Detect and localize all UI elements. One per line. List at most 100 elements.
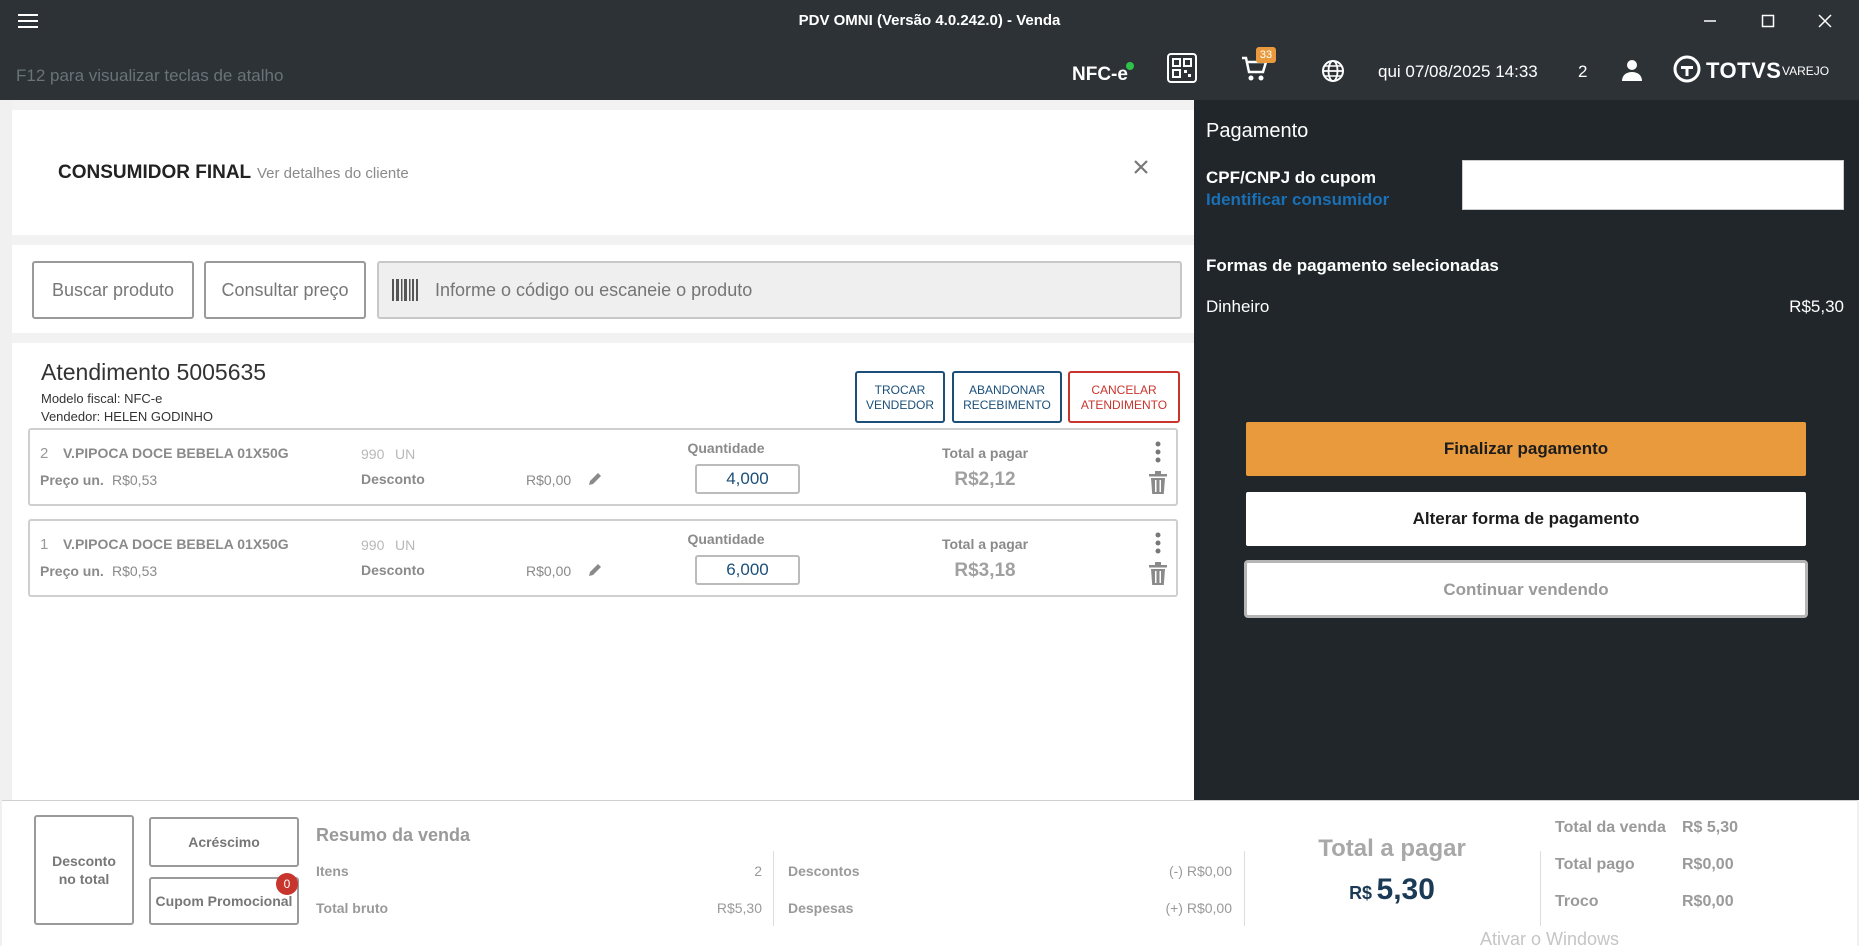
edit-discount-icon[interactable] [586, 561, 604, 579]
item-price: R$0,53 [112, 472, 158, 488]
item-seq: 2 [40, 445, 49, 462]
buscar-produto-button[interactable]: Buscar produto [32, 261, 194, 319]
continue-selling-button[interactable]: Continuar vendendo [1244, 560, 1808, 618]
customer-name: CONSUMIDOR FINAL [58, 162, 252, 183]
cancelar-line1: CANCELAR [1091, 383, 1157, 397]
itens-label: Itens [316, 863, 349, 879]
total-pagar-label: Total a pagar [1318, 835, 1466, 862]
item-price-label: Preço un. [40, 563, 104, 579]
payment-panel: Pagamento CPF/CNPJ do cupom Identificar … [1194, 100, 1859, 800]
cpf-input[interactable] [1462, 160, 1844, 210]
itens-value: 2 [754, 863, 762, 879]
item-discount: R$0,00 [526, 472, 572, 488]
consultar-preco-button[interactable]: Consultar preço [204, 261, 366, 319]
item-total-label: Total a pagar [941, 445, 1029, 461]
total-pago-value: R$0,00 [1682, 856, 1734, 873]
app-header: F12 para visualizar teclas de atalho NFC… [0, 42, 1859, 100]
total-pago-label: Total pago [1555, 856, 1635, 873]
trocar-vendedor-button[interactable]: TROCAR VENDEDOR [855, 371, 945, 423]
payment-method-value: R$5,30 [1789, 297, 1844, 316]
item-unit: UN [395, 446, 416, 462]
maximize-icon[interactable] [1748, 8, 1788, 34]
totvs-logo-icon [1672, 54, 1702, 84]
change-payment-method-button[interactable]: Alterar forma de pagamento [1246, 492, 1806, 546]
item-qty-input[interactable]: 4,000 [695, 464, 800, 494]
abandonar-recebimento-button[interactable]: ABANDONAR RECEBIMENTO [952, 371, 1062, 423]
bruto-value: R$5,30 [716, 900, 762, 916]
cpf-label: CPF/CNPJ do cupom [1206, 168, 1377, 187]
item-unit: UN [395, 537, 416, 553]
total-venda-value: R$ 5,30 [1682, 819, 1739, 836]
item-total-label: Total a pagar [941, 536, 1029, 552]
abandonar-line1: ABANDONAR [968, 383, 1045, 397]
product-search-input[interactable] [435, 275, 1155, 305]
item-name: V.PIPOCA DOCE BEBELA 01X50G [63, 536, 289, 552]
summary-divider [1540, 851, 1541, 926]
item-code: 990 [361, 537, 385, 553]
total-pagar-value: 5,30 [1376, 873, 1435, 906]
product-search-field[interactable] [377, 261, 1182, 319]
item-name: V.PIPOCA DOCE BEBELA 01X50G [63, 445, 289, 461]
item-qty-label: Quantidade [687, 531, 765, 547]
attendance-title: Atendimento 5005635 [41, 359, 267, 385]
close-window-icon[interactable] [1805, 8, 1845, 34]
item-qty-label: Quantidade [687, 440, 765, 456]
qr-code-icon[interactable] [1166, 52, 1198, 84]
finalize-payment-button[interactable]: Finalizar pagamento [1246, 422, 1806, 476]
acrescimo-button[interactable]: Acréscimo [149, 817, 299, 867]
despesas-value: (+) R$0,00 [1165, 900, 1232, 916]
item-discount-label: Desconto [361, 562, 425, 578]
minimize-icon[interactable] [1690, 8, 1730, 34]
item-total: R$2,12 [954, 469, 1016, 490]
nfce-status: NFC-e [1072, 64, 1128, 85]
item-code: 990 [361, 446, 385, 462]
trash-icon[interactable] [1146, 561, 1170, 587]
trocar-line1: TROCAR [874, 383, 926, 397]
item-discount: R$0,00 [526, 563, 572, 579]
more-options-icon[interactable] [1148, 440, 1168, 464]
trash-icon[interactable] [1146, 470, 1170, 496]
attendance-panel: Atendimento 5005635 Modelo fiscal: NFC-e… [12, 343, 1194, 800]
item-price-label: Preço un. [40, 472, 104, 488]
item-card[interactable]: 1 V.PIPOCA DOCE BEBELA 01X50G 990 UN Pre… [28, 519, 1178, 597]
brand-name: TOTVS [1706, 58, 1782, 83]
windows-activation-watermark: Ativar o Windows [1480, 929, 1620, 946]
item-price: R$0,53 [112, 563, 158, 579]
nfce-online-dot [1126, 62, 1134, 70]
total-venda-label: Total da venda [1555, 819, 1666, 836]
summary-divider [773, 851, 774, 926]
payment-method-name: Dinheiro [1206, 297, 1270, 316]
item-qty-input[interactable]: 6,000 [695, 555, 800, 585]
summary-divider [1244, 851, 1245, 926]
payment-title: Pagamento [1206, 120, 1309, 142]
customer-card: CONSUMIDOR FINAL Ver detalhes do cliente [12, 110, 1194, 235]
troco-label: Troco [1555, 893, 1599, 910]
more-options-icon[interactable] [1148, 531, 1168, 555]
barcode-icon [391, 277, 419, 303]
seller-name: Vendedor: HELEN GODINHO [41, 409, 213, 424]
desconto-total-button[interactable]: Desconto no total [34, 815, 134, 925]
bruto-label: Total bruto [316, 900, 389, 916]
globe-icon[interactable] [1320, 58, 1346, 84]
cupom-badge: 0 [276, 873, 298, 895]
item-discount-label: Desconto [361, 471, 425, 487]
edit-discount-icon[interactable] [586, 470, 604, 488]
user-icon[interactable] [1618, 56, 1646, 84]
identify-consumer-link[interactable]: Identificar consumidor [1206, 190, 1389, 210]
currency-symbol: R$ [1349, 883, 1373, 903]
user-count: 2 [1578, 62, 1588, 81]
summary-title: Resumo da venda [316, 825, 471, 845]
cart-badge: 33 [1256, 47, 1276, 63]
title-bar: PDV OMNI (Versão 4.0.242.0) - Venda [0, 0, 1859, 42]
item-card[interactable]: 2 V.PIPOCA DOCE BEBELA 01X50G 990 UN Pre… [28, 428, 1178, 506]
troco-value: R$0,00 [1682, 893, 1734, 910]
shortcut-hint: F12 para visualizar teclas de atalho [16, 66, 284, 85]
cancelar-atendimento-button[interactable]: CANCELAR ATENDIMENTO [1068, 371, 1180, 423]
item-seq: 1 [40, 536, 49, 553]
brand-sub: VAREJO [1782, 64, 1830, 78]
despesas-label: Despesas [788, 900, 854, 916]
window-title: PDV OMNI (Versão 4.0.242.0) - Venda [798, 12, 1061, 29]
close-customer-icon[interactable] [1130, 156, 1152, 178]
total-pagar: R$ 5,30 [1292, 873, 1492, 907]
customer-details-link[interactable]: Ver detalhes do cliente [257, 165, 409, 182]
